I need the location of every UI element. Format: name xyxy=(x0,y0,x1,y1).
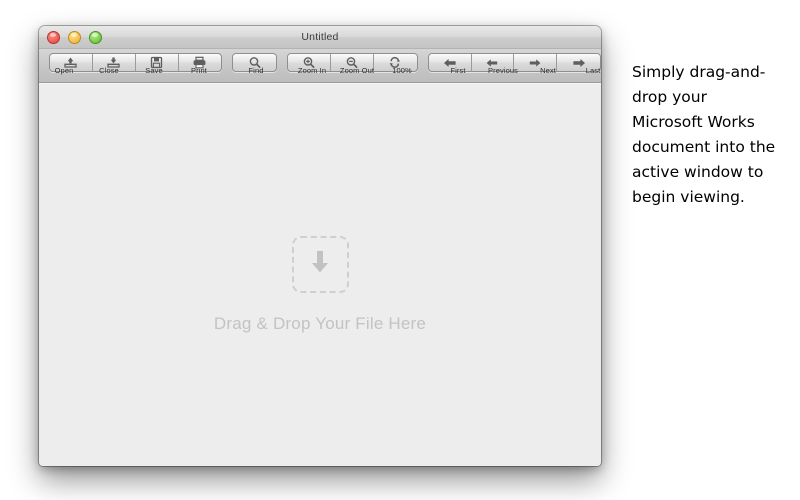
magnifier-minus-icon xyxy=(345,56,359,69)
print-button[interactable] xyxy=(179,54,222,71)
download-arrow-icon xyxy=(307,247,333,282)
annotation-text: Simply drag-and-drop your Microsoft Work… xyxy=(632,63,776,206)
zoom-out-button[interactable] xyxy=(331,54,374,71)
app-window: Untitled Open Close Save Print Find Zoom… xyxy=(39,26,601,466)
next-button[interactable] xyxy=(514,54,558,71)
window-title: Untitled xyxy=(301,31,339,43)
previous-button[interactable] xyxy=(472,54,515,71)
last-button[interactable] xyxy=(557,54,600,71)
arrow-right-icon xyxy=(527,57,543,69)
first-button[interactable] xyxy=(429,54,472,71)
dropzone-box[interactable] xyxy=(291,236,349,293)
navigation-group xyxy=(427,53,601,72)
open-tray-icon xyxy=(63,56,78,69)
find-group xyxy=(232,53,278,72)
zoom-group xyxy=(287,53,418,72)
dropzone[interactable]: Drag & Drop Your File Here xyxy=(39,236,601,334)
zoom-button[interactable] xyxy=(89,30,102,44)
refresh-loop-icon xyxy=(388,56,402,69)
magnifier-icon xyxy=(248,56,262,69)
zoom-in-button[interactable] xyxy=(288,54,331,71)
close-tray-icon xyxy=(106,56,121,69)
arrow-left-bold-icon xyxy=(442,57,458,69)
toolbar: Open Close Save Print Find Zoom In Zoom … xyxy=(39,49,601,83)
arrow-right-bold-icon xyxy=(571,57,587,69)
minimize-button[interactable] xyxy=(68,30,81,44)
floppy-disk-icon xyxy=(150,56,163,69)
dropzone-label: Drag & Drop Your File Here xyxy=(213,314,427,333)
open-button[interactable] xyxy=(50,54,93,71)
window-controls xyxy=(47,30,102,44)
titlebar[interactable]: Untitled xyxy=(39,26,601,49)
save-button[interactable] xyxy=(136,54,179,71)
find-button[interactable] xyxy=(233,54,276,71)
close-button[interactable] xyxy=(47,30,60,44)
close-button-toolbar[interactable] xyxy=(93,54,136,71)
document-content-area[interactable]: Drag & Drop Your File Here xyxy=(39,83,601,466)
printer-icon xyxy=(192,56,207,69)
zoom-reset-button[interactable] xyxy=(374,54,417,71)
magnifier-plus-icon xyxy=(302,56,316,69)
file-group xyxy=(49,53,223,72)
arrow-left-icon xyxy=(484,57,500,69)
